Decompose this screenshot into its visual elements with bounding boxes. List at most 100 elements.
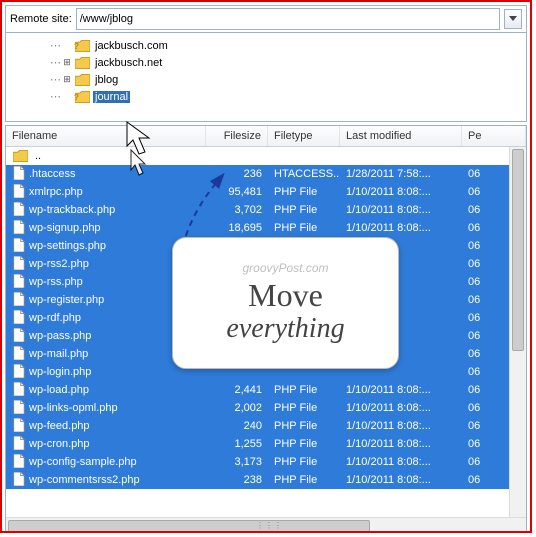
parent-dir-row[interactable]: ..	[6, 147, 526, 165]
file-name: wp-trackback.php	[29, 204, 115, 216]
file-icon	[12, 274, 25, 291]
watermark: groovyPost.com	[242, 261, 328, 275]
remote-tree[interactable]: ⋯ ? jackbusch.com⋯⊞ jackbusch.net⋯⊞ jblo…	[6, 33, 526, 121]
tree-item[interactable]: ⋯ ? journal	[12, 88, 520, 105]
table-row[interactable]: wp-feed.php 240 PHP File 1/10/2011 8:08:…	[6, 417, 526, 435]
file-modified: 1/10/2011 8:08:...	[340, 384, 462, 396]
header-modified[interactable]: Last modified	[340, 126, 462, 146]
file-size: 1,255	[206, 438, 268, 450]
column-headers[interactable]: Filename Filesize Filetype Last modified…	[6, 126, 526, 147]
file-size: 2,002	[206, 402, 268, 414]
tree-item[interactable]: ⋯ ? jackbusch.com	[12, 37, 520, 54]
file-modified: 1/10/2011 8:08:...	[340, 186, 462, 198]
file-name: wp-settings.php	[29, 240, 106, 252]
file-modified: 1/28/2011 7:58:...	[340, 168, 462, 180]
file-type: PHP File	[268, 474, 340, 486]
tree-item[interactable]: ⋯⊞ jblog	[12, 71, 520, 88]
folder-icon: ?	[74, 39, 90, 53]
file-name: xmlrpc.php	[29, 186, 83, 198]
hscroll-thumb[interactable]	[8, 520, 370, 532]
table-row[interactable]: wp-config-sample.php 3,173 PHP File 1/10…	[6, 453, 526, 471]
file-size: 95,481	[206, 186, 268, 198]
file-type: PHP File	[268, 204, 340, 216]
file-size: 3,702	[206, 204, 268, 216]
remote-site-row: Remote site:	[6, 6, 526, 33]
file-name: wp-feed.php	[29, 420, 90, 432]
tree-item-label: jackbusch.com	[93, 40, 170, 52]
table-row[interactable]: xmlrpc.php 95,481 PHP File 1/10/2011 8:0…	[6, 183, 526, 201]
folder-icon	[74, 73, 90, 87]
file-name: wp-rss2.php	[29, 258, 89, 270]
annotation-line1: Move	[248, 279, 323, 311]
remote-path-input[interactable]	[76, 8, 500, 30]
table-row[interactable]: .htaccess 236 HTACCESS... 1/28/2011 7:58…	[6, 165, 526, 183]
tree-spacer	[60, 41, 74, 51]
scroll-grip-icon: ⋮⋮⋮	[256, 521, 276, 531]
tree-item-label: jackbusch.net	[93, 57, 164, 69]
file-icon	[12, 472, 25, 489]
file-modified: 1/10/2011 8:08:...	[340, 222, 462, 234]
file-modified: 1/10/2011 8:08:...	[340, 402, 462, 414]
file-icon	[12, 202, 25, 219]
table-row[interactable]: wp-load.php 2,441 PHP File 1/10/2011 8:0…	[6, 381, 526, 399]
file-icon	[12, 238, 25, 255]
file-type: PHP File	[268, 420, 340, 432]
file-size: 3,173	[206, 456, 268, 468]
file-name: wp-register.php	[29, 294, 104, 306]
folder-icon: ?	[74, 90, 90, 104]
file-name: wp-config-sample.php	[29, 456, 137, 468]
file-size: 18,695	[206, 222, 268, 234]
header-filetype[interactable]: Filetype	[268, 126, 340, 146]
file-icon	[12, 310, 25, 327]
tree-spacer	[60, 92, 74, 102]
file-icon	[12, 400, 25, 417]
file-icon	[12, 364, 25, 381]
file-name: wp-mail.php	[29, 348, 88, 360]
file-modified: 1/10/2011 8:08:...	[340, 438, 462, 450]
file-icon	[12, 166, 25, 183]
file-icon	[12, 184, 25, 201]
file-modified: 1/10/2011 8:08:...	[340, 456, 462, 468]
file-icon	[12, 454, 25, 471]
file-size: 2,441	[206, 384, 268, 396]
header-filesize[interactable]: Filesize	[206, 126, 268, 146]
vertical-scrollbar[interactable]	[509, 147, 526, 517]
annotation-line2: everything	[226, 313, 344, 345]
tree-item-label: jblog	[93, 74, 120, 86]
file-name: wp-load.php	[29, 384, 89, 396]
app-window: Remote site: ⋯ ? jackbusch.com⋯⊞ jackbus…	[0, 0, 532, 533]
expand-icon[interactable]: ⊞	[60, 74, 74, 85]
file-name: wp-commentsrss2.php	[29, 474, 140, 486]
tree-line: ⋯	[50, 73, 60, 86]
table-row[interactable]: wp-trackback.php 3,702 PHP File 1/10/201…	[6, 201, 526, 219]
file-type: PHP File	[268, 222, 340, 234]
file-name: wp-rdf.php	[29, 312, 81, 324]
file-type: PHP File	[268, 186, 340, 198]
file-icon	[12, 418, 25, 435]
annotation-callout: groovyPost.com Move everything	[172, 237, 399, 369]
horizontal-scrollbar[interactable]: ⋮⋮⋮	[6, 517, 526, 533]
remote-site-label: Remote site:	[10, 13, 72, 25]
tree-item[interactable]: ⋯⊞ jackbusch.net	[12, 54, 520, 71]
table-row[interactable]: wp-links-opml.php 2,002 PHP File 1/10/20…	[6, 399, 526, 417]
file-icon	[12, 436, 25, 453]
folder-icon	[12, 149, 28, 163]
file-type: PHP File	[268, 384, 340, 396]
header-permissions[interactable]: Pe	[462, 126, 526, 146]
table-row[interactable]: wp-signup.php 18,695 PHP File 1/10/2011 …	[6, 219, 526, 237]
table-row[interactable]: wp-cron.php 1,255 PHP File 1/10/2011 8:0…	[6, 435, 526, 453]
tree-line: ⋯	[50, 90, 60, 103]
parent-dir-label: ..	[35, 150, 41, 162]
file-icon	[12, 382, 25, 399]
expand-icon[interactable]: ⊞	[60, 57, 74, 68]
file-type: PHP File	[268, 456, 340, 468]
header-filename[interactable]: Filename	[6, 126, 206, 146]
folder-icon	[74, 56, 90, 70]
remote-panel: Remote site: ⋯ ? jackbusch.com⋯⊞ jackbus…	[5, 5, 527, 122]
scroll-thumb[interactable]	[512, 149, 524, 351]
file-name: wp-pass.php	[29, 330, 91, 342]
table-row[interactable]: wp-commentsrss2.php 238 PHP File 1/10/20…	[6, 471, 526, 489]
file-icon	[12, 292, 25, 309]
remote-path-dropdown[interactable]	[504, 9, 522, 29]
file-size: 240	[206, 420, 268, 432]
